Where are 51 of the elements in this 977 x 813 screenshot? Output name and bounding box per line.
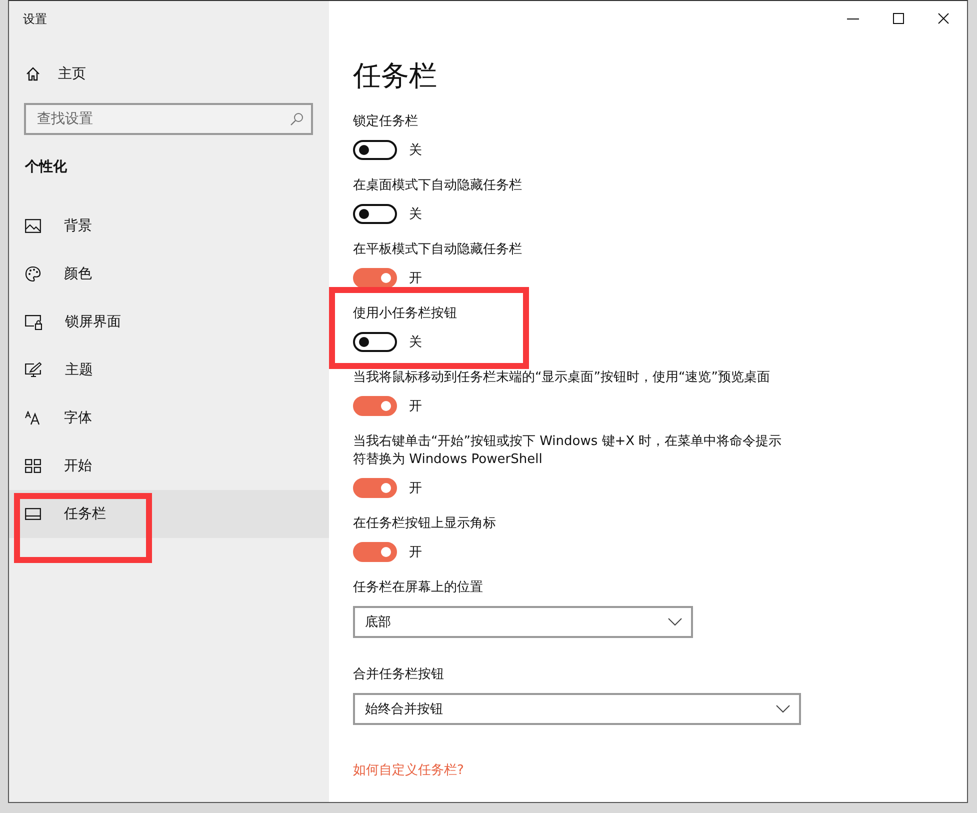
search-icon [290,112,304,126]
palette-icon [25,266,41,282]
search-field[interactable]: 查找设置 [24,103,313,135]
chevron-down-icon [668,618,682,626]
toggle-switch[interactable] [353,542,397,562]
setting-label: 当我右键单击“开始”按钮或按下 Windows 键+X 时，在菜单中将命令提示符替换为 Windows PowerShell [353,433,783,469]
chevron-down-icon [776,705,790,713]
toggle-switch[interactable] [353,478,397,498]
tiles-icon [25,459,41,473]
home-nav-item[interactable]: 主页 [25,65,86,83]
setting-label: 在桌面模式下自动隐藏任务栏 [353,177,523,195]
home-icon [25,66,41,82]
toggle-state: 关 [409,142,422,159]
lock-screen-icon [25,314,42,330]
dropdown[interactable]: 底部 [353,606,693,638]
toggle-state: 开 [409,544,422,561]
toggle-switch[interactable] [353,204,397,224]
image-icon [25,219,41,233]
dropdown[interactable]: 始终合并按钮 [353,693,801,725]
toggle-switch[interactable] [353,332,397,352]
sidebar-item[interactable]: 任务栏 [9,490,329,538]
minimize-icon[interactable] [847,18,859,20]
toggle-state: 关 [409,206,422,223]
toggle-state: 开 [409,398,422,415]
sidebar-item[interactable]: 主题 [9,346,329,394]
sidebar-item[interactable]: 锁屏界面 [9,298,329,346]
sidebar-item[interactable]: 背景 [9,202,329,250]
setting-label: 在任务栏按钮上显示角标 [353,515,497,533]
brush-monitor-icon [25,362,42,378]
setting-label: 合并任务栏按钮 [353,666,445,684]
setting-label: 锁定任务栏 [353,113,419,131]
sidebar-item[interactable]: 开始 [9,442,329,490]
toggle-state: 开 [409,480,422,497]
page-title: 任务栏 [353,58,438,94]
sidebar-item[interactable]: 颜色 [9,250,329,298]
sidebar-item[interactable]: 字体 [9,394,329,442]
setting-label: 在平板模式下自动隐藏任务栏 [353,241,523,259]
taskbar-icon [25,508,41,520]
setting-label: 当我将鼠标移动到任务栏末端的“显示桌面”按钮时，使用“速览”预览桌面 [353,369,771,387]
setting-label: 使用小任务栏按钮 [353,305,458,323]
close-icon[interactable] [938,13,949,24]
toggle-state: 开 [409,270,422,287]
font-icon [25,411,41,425]
toggle-state: 关 [409,334,422,351]
toggle-switch[interactable] [353,268,397,288]
toggle-switch[interactable] [353,396,397,416]
maximize-icon[interactable] [893,13,904,24]
section-heading: 个性化 [25,158,68,176]
window-title: 设置 [22,11,48,28]
setting-label: 任务栏在屏幕上的位置 [353,579,484,597]
toggle-switch[interactable] [353,140,397,160]
